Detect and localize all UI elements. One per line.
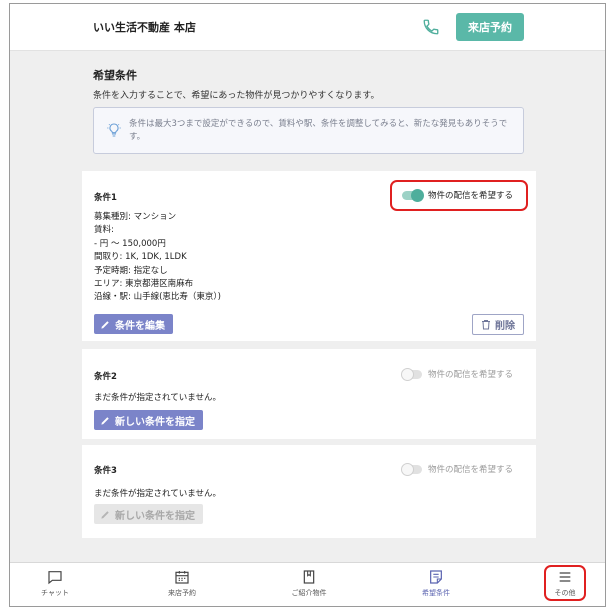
toggle-switch[interactable]: [402, 188, 424, 202]
condition-title: 条件2: [94, 372, 117, 382]
toggle-switch[interactable]: [401, 462, 422, 476]
new-condition-label: 新しい条件を指定: [115, 510, 195, 522]
visit-reservation-button[interactable]: 来店予約: [456, 13, 524, 41]
condition-line: 募集種別: マンション: [94, 212, 177, 222]
new-condition-button[interactable]: 新しい条件を指定: [94, 410, 203, 430]
delete-condition-button[interactable]: 削除: [472, 314, 524, 335]
menu-icon: [559, 572, 571, 582]
delete-label: 削除: [495, 321, 515, 332]
condition-title: 条件3: [94, 466, 117, 476]
page-description: 条件を入力することで、希望にあった物件が見つかりやすくなります。: [93, 91, 380, 101]
trash-icon: [482, 320, 490, 330]
pencil-icon: [101, 510, 109, 519]
new-condition-button-disabled: 新しい条件を指定: [94, 504, 203, 524]
bookmark-icon: [303, 570, 315, 584]
condition-card-1: 条件1 物件の配信を希望する 募集種別: マンション 賃料: - 円 ～ 150…: [82, 171, 536, 341]
toggle-label: 物件の配信を希望する: [428, 465, 514, 475]
nav-item-other[interactable]: その他: [535, 569, 595, 598]
page-title: 希望条件: [93, 69, 137, 82]
phone-icon[interactable]: [422, 18, 440, 36]
condition-details: 募集種別: マンション 賃料: - 円 ～ 150,000円 間取り: 1K, …: [94, 211, 221, 305]
condition-title: 条件1: [94, 193, 117, 203]
nav-item-conditions[interactable]: 希望条件: [406, 569, 466, 598]
app-frame: いい生活不動産 本店 来店予約 希望条件 条件を入力することで、希望にあった物件…: [9, 3, 606, 607]
nav-label: ご紹介物件: [291, 589, 327, 597]
delivery-toggle-1[interactable]: 物件の配信を希望する: [402, 188, 514, 202]
pencil-icon: [101, 416, 109, 425]
toggle-switch[interactable]: [401, 367, 422, 381]
shop-name: いい生活不動産 本店: [93, 21, 196, 34]
nav-label: 希望条件: [422, 589, 450, 597]
calendar-icon: [175, 571, 189, 584]
lightbulb-icon: [106, 122, 122, 138]
condition-card-3: 条件3 物件の配信を希望する まだ条件が指定されていません。 新しい条件を指定: [82, 445, 536, 538]
condition-line: エリア: 東京都港区南麻布: [94, 279, 194, 290]
edit-condition-button[interactable]: 条件を編集: [94, 314, 173, 334]
edit-condition-label: 条件を編集: [115, 320, 165, 332]
chat-icon: [48, 571, 62, 585]
nav-item-chat[interactable]: チャット: [25, 569, 85, 598]
bottom-navigation: チャット 来店予約 ご紹介物件 希望条件 その他: [10, 562, 605, 606]
toggle-label: 物件の配信を希望する: [428, 370, 514, 380]
new-condition-label: 新しい条件を指定: [115, 416, 195, 428]
condition-line: 沿線・駅: 山手線(恵比寿（東京）): [94, 292, 221, 303]
app-header: いい生活不動産 本店 来店予約: [10, 4, 605, 51]
hint-box: 条件は最大3つまで設定ができるので、賃料や駅、条件を調整してみると、新たな発見も…: [93, 107, 524, 154]
condition-line: - 円 ～ 150,000円: [94, 238, 166, 249]
condition-card-2: 条件2 物件の配信を希望する まだ条件が指定されていません。 新しい条件を指定: [82, 349, 536, 439]
toggle-label: 物件の配信を希望する: [428, 191, 514, 201]
nav-label: その他: [554, 589, 576, 597]
empty-condition-text: まだ条件が指定されていません。: [94, 489, 221, 499]
delivery-toggle-3[interactable]: 物件の配信を希望する: [401, 462, 514, 476]
condition-line: 賃料:: [94, 225, 114, 236]
empty-condition-text: まだ条件が指定されていません。: [94, 393, 221, 403]
hint-text: 条件は最大3つまで設定ができるので、賃料や駅、条件を調整してみると、新たな発見も…: [129, 119, 508, 142]
condition-line: 予定時期: 指定なし: [94, 265, 168, 276]
nav-item-reservation[interactable]: 来店予約: [152, 569, 212, 598]
delivery-toggle-2[interactable]: 物件の配信を希望する: [401, 367, 514, 381]
nav-item-properties[interactable]: ご紹介物件: [279, 569, 339, 598]
pencil-icon: [101, 320, 109, 329]
document-icon: [430, 570, 442, 584]
condition-line: 間取り: 1K, 1DK, 1LDK: [94, 252, 187, 263]
nav-label: チャット: [41, 589, 69, 597]
nav-label: 来店予約: [168, 589, 196, 597]
